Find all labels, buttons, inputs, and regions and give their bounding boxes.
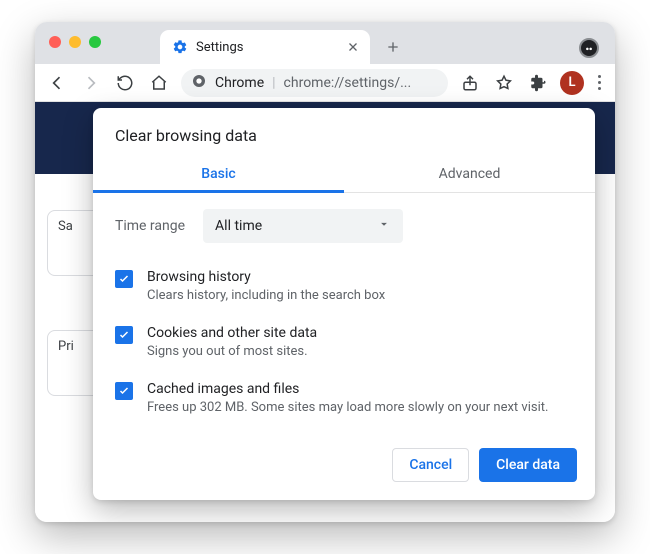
avatar-initial: L <box>568 75 575 90</box>
clear-browsing-data-dialog: Clear browsing data Basic Advanced Time … <box>93 108 595 500</box>
option-desc: Clears history, including in the search … <box>147 288 385 303</box>
time-range-row: Time range All time <box>115 209 573 243</box>
caret-down-icon <box>377 217 391 235</box>
window-minimize-button[interactable] <box>69 36 81 48</box>
cancel-button[interactable]: Cancel <box>392 448 469 482</box>
checkbox-checked[interactable] <box>115 326 133 344</box>
dialog-title: Clear browsing data <box>93 108 595 155</box>
checkbox-checked[interactable] <box>115 382 133 400</box>
clear-data-button[interactable]: Clear data <box>479 448 577 482</box>
bookmark-button[interactable] <box>492 71 516 95</box>
overflow-menu-button[interactable] <box>594 71 605 94</box>
time-range-value: All time <box>215 218 262 234</box>
checkbox-checked[interactable] <box>115 270 133 288</box>
back-button[interactable] <box>45 71 69 95</box>
toolbar: Chrome | chrome://settings/... L <box>35 64 615 102</box>
dialog-actions: Cancel Clear data <box>93 438 595 500</box>
window-zoom-button[interactable] <box>89 36 101 48</box>
omnibox-prefix: Chrome <box>215 75 264 91</box>
time-range-label: Time range <box>115 218 185 234</box>
chrome-logo-icon <box>191 73 207 93</box>
option-cache[interactable]: Cached images and files Frees up 302 MB.… <box>115 371 573 427</box>
window-close-button[interactable] <box>49 36 61 48</box>
new-tab-button[interactable] <box>378 32 408 62</box>
option-desc: Frees up 302 MB. Some sites may load mor… <box>147 400 548 415</box>
option-browsing-history[interactable]: Browsing history Clears history, includi… <box>115 259 573 315</box>
browser-tab-settings[interactable]: Settings <box>160 30 370 64</box>
option-title: Cached images and files <box>147 381 548 397</box>
tab-advanced[interactable]: Advanced <box>344 155 595 192</box>
address-bar[interactable]: Chrome | chrome://settings/... <box>181 69 448 97</box>
browser-window: Settings <box>35 22 615 522</box>
option-title: Browsing history <box>147 269 385 285</box>
dialog-body: Time range All time Br <box>93 193 595 438</box>
tab-title: Settings <box>196 40 338 55</box>
dialog-tabs: Basic Advanced <box>93 155 595 193</box>
tab-strip: Settings <box>35 22 615 64</box>
tab-close-button[interactable] <box>346 40 360 54</box>
option-desc: Signs you out of most sites. <box>147 344 317 359</box>
time-range-select[interactable]: All time <box>203 209 403 243</box>
omnibox-separator: | <box>272 75 275 91</box>
home-button[interactable] <box>147 71 171 95</box>
tab-basic[interactable]: Basic <box>93 155 344 192</box>
incognito-icon[interactable] <box>579 38 599 58</box>
option-cookies[interactable]: Cookies and other site data Signs you ou… <box>115 315 573 371</box>
share-button[interactable] <box>458 71 482 95</box>
gear-icon <box>172 39 188 55</box>
extensions-button[interactable] <box>526 71 550 95</box>
content-area: Sa Pri Clear browsing data Basic Advance… <box>35 102 615 522</box>
omnibox-url: chrome://settings/... <box>284 75 412 91</box>
option-title: Cookies and other site data <box>147 325 317 341</box>
reload-button[interactable] <box>113 71 137 95</box>
forward-button[interactable] <box>79 71 103 95</box>
window-controls <box>49 36 101 48</box>
profile-avatar[interactable]: L <box>560 71 584 95</box>
